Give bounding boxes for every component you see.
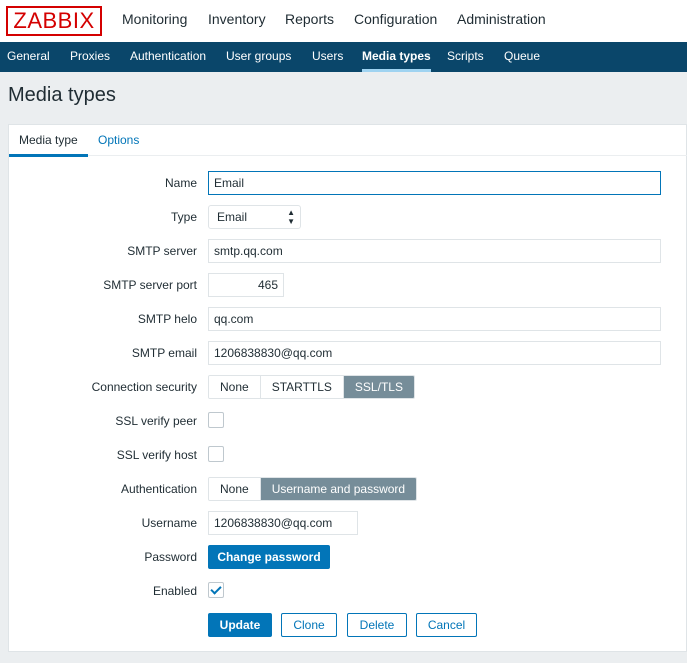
subnav-general[interactable]: General [7, 42, 50, 72]
smtp-email-input[interactable]: 1206838830@qq.com [208, 341, 661, 365]
type-select-value: Email [217, 210, 248, 224]
page-title: Media types [8, 84, 116, 106]
username-label: Username [141, 516, 197, 530]
smtp-port-input[interactable]: 465 [208, 273, 284, 297]
type-label: Type [170, 210, 197, 224]
ssl-verify-host-checkbox[interactable] [208, 446, 224, 462]
form-panel: Media type Options Name Email Type Email… [8, 124, 687, 652]
top-bar: ZABBIX Monitoring Inventory Reports Conf… [0, 0, 687, 42]
nav-configuration[interactable]: Configuration [354, 0, 437, 42]
nav-inventory[interactable]: Inventory [208, 0, 266, 42]
update-button[interactable]: Update [208, 613, 272, 637]
password-label: Password [144, 550, 197, 564]
subnav-authentication[interactable]: Authentication [130, 42, 206, 72]
subnav-media-types[interactable]: Media types [362, 42, 431, 72]
nav-monitoring[interactable]: Monitoring [122, 0, 187, 42]
security-ssl-tls-option[interactable]: SSL/TLS [343, 376, 414, 398]
type-select[interactable]: Email ▲ ▼ [208, 205, 301, 229]
name-input[interactable]: Email [208, 171, 661, 195]
subnav-user-groups[interactable]: User groups [226, 42, 291, 72]
smtp-helo-input[interactable]: qq.com [208, 307, 661, 331]
name-label: Name [164, 176, 197, 190]
checkmark-icon [210, 583, 222, 595]
ssl-verify-peer-label: SSL verify peer [115, 414, 197, 428]
sub-nav-bar: General Proxies Authentication User grou… [0, 42, 687, 72]
security-none-option[interactable]: None [209, 376, 261, 398]
authentication-label: Authentication [120, 482, 197, 496]
change-password-button[interactable]: Change password [208, 545, 330, 569]
connection-security-label: Connection security [91, 380, 197, 394]
nav-administration[interactable]: Administration [457, 0, 546, 42]
subnav-users[interactable]: Users [312, 42, 343, 72]
clone-button[interactable]: Clone [281, 613, 337, 637]
nav-reports[interactable]: Reports [285, 0, 334, 42]
smtp-email-label: SMTP email [131, 346, 197, 360]
subnav-scripts[interactable]: Scripts [447, 42, 484, 72]
security-starttls-option[interactable]: STARTTLS [260, 376, 344, 398]
tab-bar: Media type Options [9, 125, 687, 157]
tab-media-type[interactable]: Media type [9, 125, 88, 157]
smtp-helo-label: SMTP helo [137, 312, 197, 326]
enabled-checkbox[interactable] [208, 582, 224, 598]
cancel-button[interactable]: Cancel [416, 613, 477, 637]
zabbix-logo[interactable]: ZABBIX [6, 6, 102, 36]
ssl-verify-host-label: SSL verify host [116, 448, 197, 462]
smtp-server-input[interactable]: smtp.qq.com [208, 239, 661, 263]
tab-options[interactable]: Options [98, 125, 139, 156]
delete-button[interactable]: Delete [347, 613, 407, 637]
connection-security-toggle: None STARTTLS SSL/TLS [208, 375, 415, 399]
authentication-toggle: None Username and password [208, 477, 418, 501]
username-input[interactable]: 1206838830@qq.com [208, 511, 358, 535]
smtp-server-label: SMTP server [127, 244, 197, 258]
subnav-queue[interactable]: Queue [504, 42, 540, 72]
select-arrows-icon: ▲ ▼ [287, 208, 295, 226]
enabled-label: Enabled [152, 584, 197, 598]
smtp-port-label: SMTP server port [103, 278, 197, 292]
auth-none-option[interactable]: None [209, 478, 261, 500]
auth-username-password-option[interactable]: Username and password [260, 478, 417, 500]
subnav-proxies[interactable]: Proxies [70, 42, 110, 72]
ssl-verify-peer-checkbox[interactable] [208, 412, 224, 428]
